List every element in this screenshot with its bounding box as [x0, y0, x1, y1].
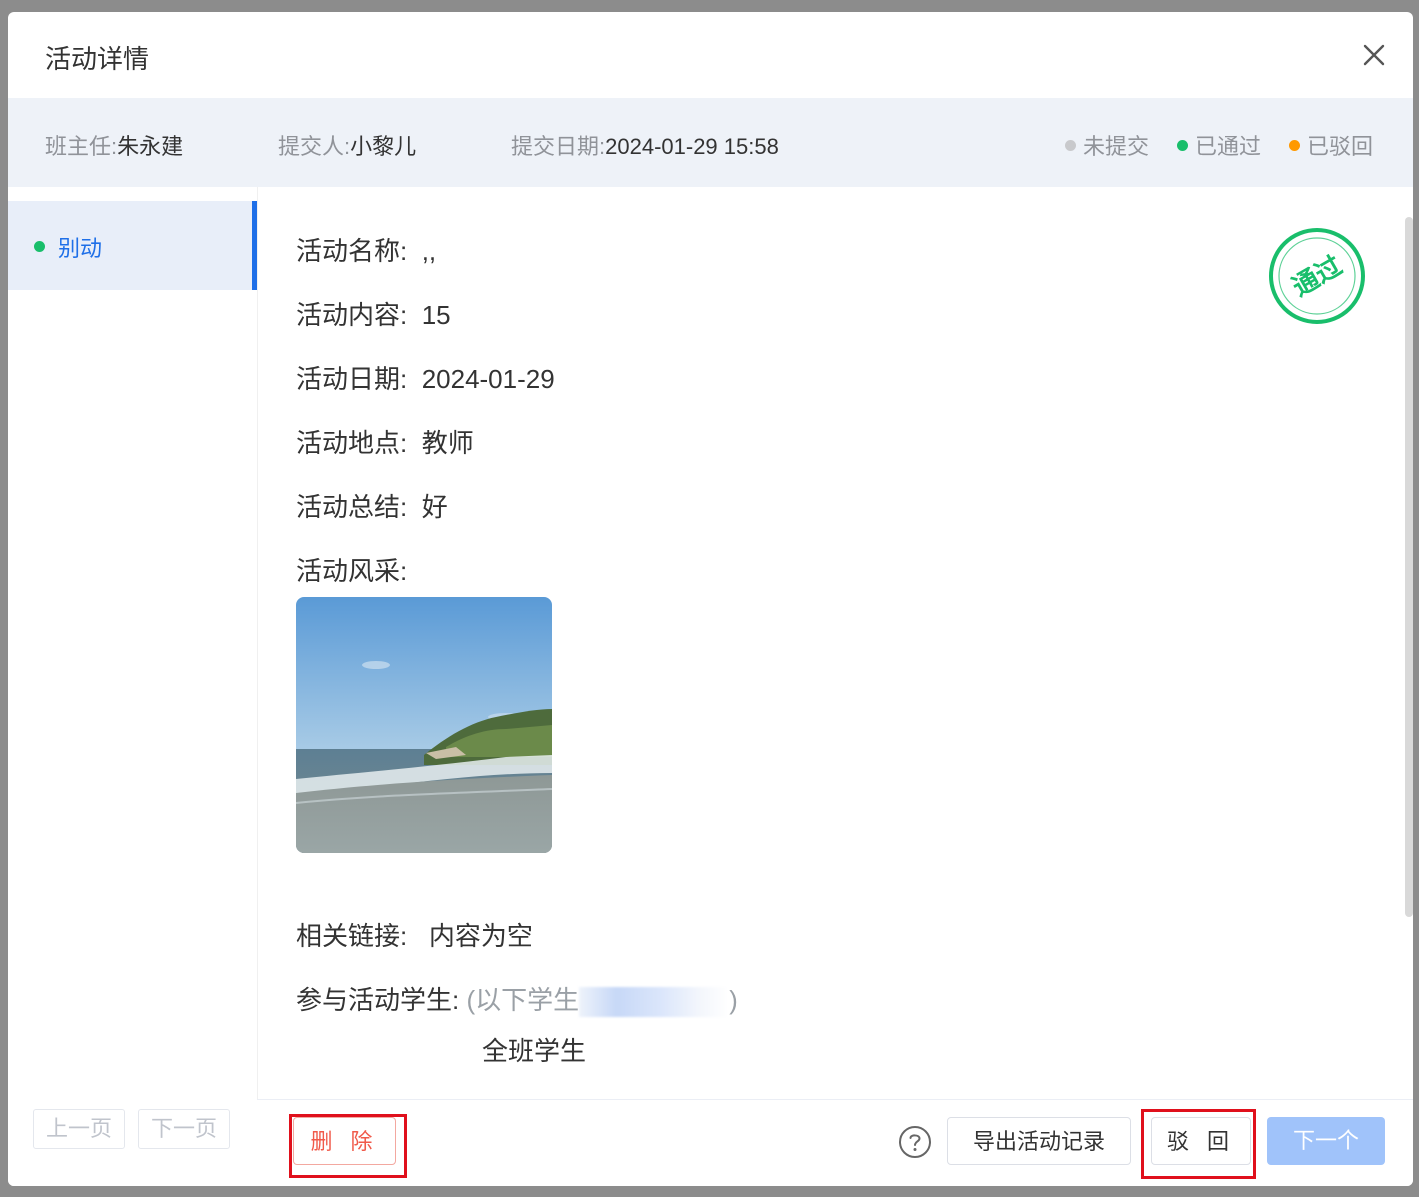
modal-footer: 删 除 导出活动记录 驳 回 下一个	[257, 1099, 1413, 1186]
submitter-label: 提交人:	[278, 134, 351, 159]
students-label: 参与活动学生:	[296, 985, 460, 1015]
activity-photo-thumbnail[interactable]	[296, 597, 552, 853]
activity-place-label: 活动地点:	[296, 428, 408, 458]
activity-name-row: 活动名称: ,,	[296, 231, 436, 268]
activity-summary-row: 活动总结: 好	[296, 487, 448, 524]
status-dot-icon	[34, 241, 45, 252]
students-row: 参与活动学生: (以下学生)	[296, 980, 738, 1018]
activity-date-value: 2024-01-29	[421, 364, 555, 394]
activity-content-row: 活动内容: 15	[296, 295, 451, 332]
gray-dot-icon	[1065, 139, 1076, 151]
activity-name-value: ,,	[421, 236, 437, 266]
green-dot-icon	[1177, 139, 1188, 151]
activity-date-label: 活动日期:	[296, 364, 408, 394]
next-page-button[interactable]: 下一页	[138, 1109, 231, 1149]
activity-photos-row: 活动风采:	[296, 551, 407, 588]
orange-dot-icon	[1289, 139, 1300, 151]
close-icon[interactable]	[1361, 42, 1387, 68]
teacher-value: 朱永建	[117, 134, 184, 159]
legend-label: 已通过	[1195, 134, 1262, 159]
activity-content-label: 活动内容:	[296, 300, 408, 330]
activity-place-value: 教师	[421, 428, 474, 458]
info-bar: 班主任:朱永建 提交人:小黎儿 提交日期:2024-01-29 15:58 未提…	[8, 98, 1413, 187]
activity-content-value: 15	[421, 300, 451, 330]
teacher-label: 班主任:	[45, 134, 118, 159]
reject-button[interactable]: 驳 回	[1151, 1117, 1251, 1165]
legend-label: 已驳回	[1307, 134, 1374, 159]
submitter-value: 小黎儿	[350, 134, 417, 159]
submit-date-label: 提交日期:	[511, 134, 606, 159]
prev-page-button[interactable]: 上一页	[33, 1109, 126, 1149]
activity-summary-label: 活动总结:	[296, 492, 408, 522]
legend-rejected: 已驳回	[1289, 129, 1373, 161]
legend-unsubmitted: 未提交	[1065, 129, 1149, 161]
activity-content: 活动名称: ,, 活动内容: 15 活动日期: 2024-01-29 活动地点:…	[257, 187, 1413, 1100]
delete-button[interactable]: 删 除	[293, 1117, 396, 1165]
students-hint: (以下学生	[466, 985, 580, 1015]
sidebar-item-activity[interactable]: 别动	[8, 201, 258, 290]
stamp-text: 通过	[1287, 251, 1347, 303]
submit-date-value: 2024-01-29 15:58	[605, 134, 779, 159]
related-link-label: 相关链接:	[296, 921, 408, 951]
activity-date-row: 活动日期: 2024-01-29	[296, 359, 555, 396]
modal-header: 活动详情	[8, 12, 1413, 98]
students-hint-close: )	[729, 985, 738, 1015]
legend-passed: 已通过	[1177, 129, 1261, 161]
approved-stamp: 通过	[1268, 227, 1366, 325]
export-records-button[interactable]: 导出活动记录	[947, 1117, 1131, 1165]
activity-photos-label: 活动风采:	[296, 556, 408, 586]
related-link-row: 相关链接: 内容为空	[296, 916, 533, 953]
submitter-info: 提交人:小黎儿	[278, 129, 416, 161]
teacher-info: 班主任:朱永建	[45, 129, 183, 161]
content-scrollbar[interactable]	[1405, 217, 1413, 917]
next-item-button[interactable]: 下一个	[1267, 1117, 1385, 1165]
activity-detail-modal: 活动详情 班主任:朱永建 提交人:小黎儿 提交日期:2024-01-29 15:…	[8, 12, 1413, 1186]
related-link-value: 内容为空	[428, 921, 533, 951]
legend-label: 未提交	[1083, 134, 1150, 159]
activity-sidebar: 别动 上一页 下一页	[8, 187, 258, 1186]
submit-date-info: 提交日期:2024-01-29 15:58	[511, 129, 779, 161]
redacted-region	[579, 987, 730, 1018]
activity-name-label: 活动名称:	[296, 236, 408, 266]
modal-title: 活动详情	[45, 44, 150, 74]
activity-summary-value: 好	[421, 492, 448, 522]
activity-place-row: 活动地点: 教师	[296, 423, 474, 460]
help-icon[interactable]	[898, 1125, 932, 1159]
sidebar-item-label: 别动	[58, 236, 103, 261]
students-list: 全班学生	[482, 1036, 587, 1066]
